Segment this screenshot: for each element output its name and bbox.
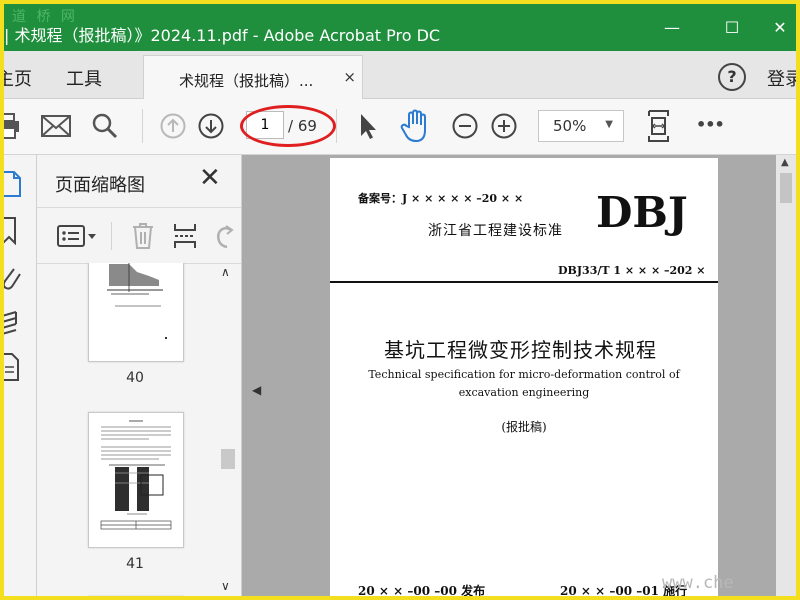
scroll-down-icon[interactable]: ∨ [221,579,230,593]
select-cursor-icon[interactable] [358,112,378,140]
thumbnail-list[interactable]: 40 41 [37,263,241,596]
scroll-up-icon[interactable]: ▲ [781,157,789,168]
print-icon[interactable] [4,113,20,139]
mail-icon[interactable] [41,115,71,137]
hand-tool-icon[interactable] [400,109,430,143]
document-title-en-line2: excavation engineering [458,386,590,399]
page-40-figure [107,263,167,339]
toolbar-divider [336,109,337,143]
thumbnail-toolbar [37,207,241,264]
search-icon[interactable] [92,113,118,139]
rotate-icon[interactable] [213,222,237,250]
next-page-icon[interactable] [198,113,224,139]
page-thumbnails-icon[interactable] [4,171,22,197]
attachment-icon[interactable] [4,263,22,291]
tools-tab[interactable]: 工具 [66,65,102,91]
document-scrollbar[interactable]: ▲ [776,155,796,596]
menu-bar: 主页 工具 术规程（报批稿）... × ? 登录 [4,51,796,99]
trash-icon[interactable] [131,222,155,250]
standard-organization: 浙江省工程建设标准 [428,223,563,239]
collapse-panel-icon[interactable]: ◀ [252,383,261,397]
bookmark-icon[interactable] [4,217,20,245]
document-title-cn: 基坑工程微变形控制技术规程 [384,338,657,362]
document-tab[interactable]: 术规程（报批稿）... × [143,55,363,99]
document-viewport[interactable]: ◀ 备案号：J × × × × × –20 × × 浙江省工程建设标准 DBJ … [242,155,796,596]
acrobat-window: 道 桥 网 | 术规程（报批稿）》2024.11.pdf - Adobe Acr… [4,4,796,596]
zoom-level-select[interactable]: 50% ▼ [538,110,624,142]
home-tab[interactable]: 主页 [4,65,32,91]
toolbar-divider [111,222,112,250]
thumbnail-page-41-label: 41 [126,556,144,572]
document-title-en-line1: Technical specification for micro-deform… [368,368,680,381]
thumbnail-page-40[interactable] [88,263,184,362]
scrollbar-thumb[interactable] [221,449,235,469]
close-icon[interactable]: ✕ [199,165,221,191]
dbj-logo: DBJ [596,188,688,237]
window-title: | 术规程（报批稿）》2024.11.pdf - Adobe Acrobat P… [4,26,441,45]
issue-date: 20 × × –00 –00 发布 [358,584,486,596]
thumbnail-scrollbar[interactable]: ∧ ∨ [217,263,237,596]
document-properties-icon[interactable] [4,353,22,381]
toolbar-divider [142,109,143,143]
maximize-button[interactable]: ☐ [714,14,750,42]
minimize-button[interactable]: — [654,14,690,42]
previous-page-icon[interactable] [160,113,186,139]
chevron-down-icon: ▼ [605,119,613,130]
panel-title: 页面缩略图 [55,175,145,196]
help-icon[interactable]: ? [718,63,746,91]
record-number: 备案号：J × × × × × –20 × × [358,192,524,205]
document-tab-close-button[interactable]: × [343,68,356,86]
zoom-out-icon[interactable] [452,113,478,139]
header-rule [330,281,718,283]
thumbnail-page-40-label: 40 [126,370,144,386]
close-window-button[interactable]: ✕ [762,14,796,42]
zoom-in-icon[interactable] [491,113,517,139]
zoom-level-value: 50% [553,117,587,135]
red-annotation-ellipse [240,105,336,147]
page-41-figure [100,420,172,530]
more-options-icon[interactable]: ••• [696,115,725,134]
thumbnail-options-icon[interactable] [57,224,97,248]
pdf-page: 备案号：J × × × × × –20 × × 浙江省工程建设标准 DBJ DB… [330,158,718,596]
insert-page-icon[interactable] [173,222,197,250]
fit-page-icon[interactable] [646,109,672,143]
page-thumbnails-panel: 页面缩略图 ✕ 40 41 ∧ ∨ [37,155,242,596]
site-watermark: www.che [662,573,734,593]
login-link[interactable]: 登录 [767,65,796,91]
toolbar: / 69 50% ▼ ••• [4,99,796,155]
standard-code: DBJ33/T 1 × × × –202 × [558,264,706,277]
draft-note: (报批稿) [501,420,547,434]
left-tool-rail [4,155,37,596]
title-bar: 道 桥 网 | 术规程（报批稿）》2024.11.pdf - Adobe Acr… [4,4,796,51]
thumbnail-page-41[interactable] [88,412,184,548]
scroll-up-icon[interactable]: ∧ [221,265,230,279]
scrollbar-thumb[interactable] [780,173,792,203]
document-tab-label: 术规程（报批稿）... [179,72,314,90]
layers-icon[interactable] [4,311,22,337]
